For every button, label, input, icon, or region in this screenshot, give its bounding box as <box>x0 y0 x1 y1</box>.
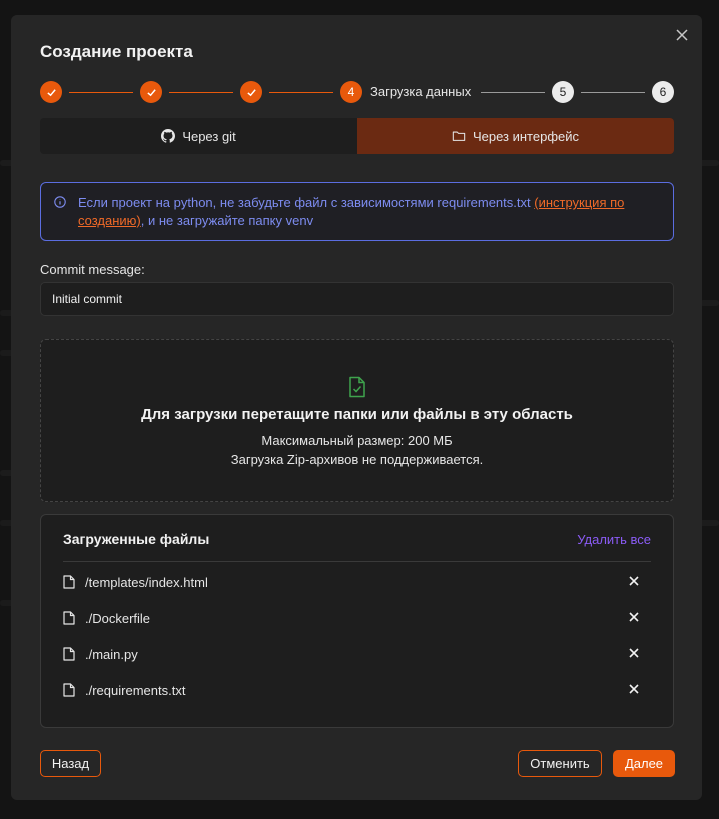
close-icon <box>676 29 688 41</box>
check-icon <box>146 88 156 96</box>
file-row: ./requirements.txt <box>63 678 651 702</box>
file-name: ./Dockerfile <box>85 610 151 626</box>
file-icon <box>63 647 75 661</box>
back-button[interactable]: Назад <box>40 750 101 777</box>
close-button[interactable] <box>674 27 690 43</box>
step-connector <box>69 92 133 93</box>
tab-via-git-label: Через git <box>182 128 236 144</box>
close-icon <box>629 684 639 694</box>
step-2-done <box>140 81 162 103</box>
close-icon <box>629 648 639 658</box>
modal-title: Создание проекта <box>40 42 193 61</box>
file-icon <box>63 683 75 697</box>
step-4-label: Загрузка данных <box>370 84 472 99</box>
tab-via-git[interactable]: Через git <box>40 118 357 154</box>
close-icon <box>629 612 639 622</box>
remove-file-button[interactable] <box>625 609 643 627</box>
info-text-after: , и не загружайте папку venv <box>140 213 314 228</box>
file-name: ./requirements.txt <box>85 682 186 698</box>
step-5: 5 <box>552 81 574 103</box>
close-icon <box>629 576 639 586</box>
github-icon <box>161 129 176 143</box>
file-row: /templates/index.html <box>63 570 651 594</box>
step-1-done <box>40 81 62 103</box>
next-button[interactable]: Далее <box>613 750 675 777</box>
file-check-icon <box>349 376 365 398</box>
commit-message-input[interactable] <box>40 282 674 316</box>
folder-icon <box>452 131 466 141</box>
tab-via-interface[interactable]: Через интерфейс <box>357 118 674 154</box>
uploaded-files-panel: Загруженные файлы Удалить все /templates… <box>40 514 674 728</box>
create-project-modal: Создание проекта 4 Загрузка данных 5 6 Ч… <box>11 15 702 800</box>
step-connector <box>581 92 645 93</box>
info-alert: Если проект на python, не забудьте файл … <box>40 182 674 241</box>
divider <box>63 561 651 562</box>
delete-all-button[interactable]: Удалить все <box>577 532 651 547</box>
info-icon <box>54 196 66 208</box>
file-row: ./Dockerfile <box>63 606 651 630</box>
stepper: 4 Загрузка данных 5 6 <box>40 81 675 103</box>
tab-via-interface-label: Через интерфейс <box>472 128 580 144</box>
file-name: ./main.py <box>85 646 138 662</box>
file-dropzone[interactable]: Для загрузки перетащите папки или файлы … <box>40 339 674 502</box>
step-6: 6 <box>652 81 674 103</box>
cancel-button[interactable]: Отменить <box>518 750 602 777</box>
upload-method-tabs: Через git Через интерфейс <box>40 118 674 154</box>
dropzone-max-size: Максимальный размер: 200 МБ <box>261 433 453 448</box>
file-icon <box>63 611 75 625</box>
check-icon <box>246 88 256 96</box>
commit-message-label: Commit message: <box>40 262 145 277</box>
remove-file-button[interactable] <box>625 681 643 699</box>
uploaded-files-title: Загруженные файлы <box>63 531 210 547</box>
step-connector <box>269 92 333 93</box>
file-icon <box>63 575 75 589</box>
step-connector <box>481 92 545 93</box>
info-text: Если проект на python, не забудьте файл … <box>78 194 658 230</box>
step-4-active: 4 <box>340 81 362 103</box>
remove-file-button[interactable] <box>625 573 643 591</box>
info-text-before: Если проект на python, не забудьте файл … <box>78 195 535 210</box>
remove-file-button[interactable] <box>625 645 643 663</box>
dropzone-zip-note: Загрузка Zip-архивов не поддерживается. <box>230 452 484 467</box>
check-icon <box>46 88 56 96</box>
file-row: ./main.py <box>63 642 651 666</box>
file-name: /templates/index.html <box>85 574 208 590</box>
dropzone-title: Для загрузки перетащите папки или файлы … <box>141 406 573 423</box>
step-connector <box>169 92 233 93</box>
step-3-done <box>240 81 262 103</box>
